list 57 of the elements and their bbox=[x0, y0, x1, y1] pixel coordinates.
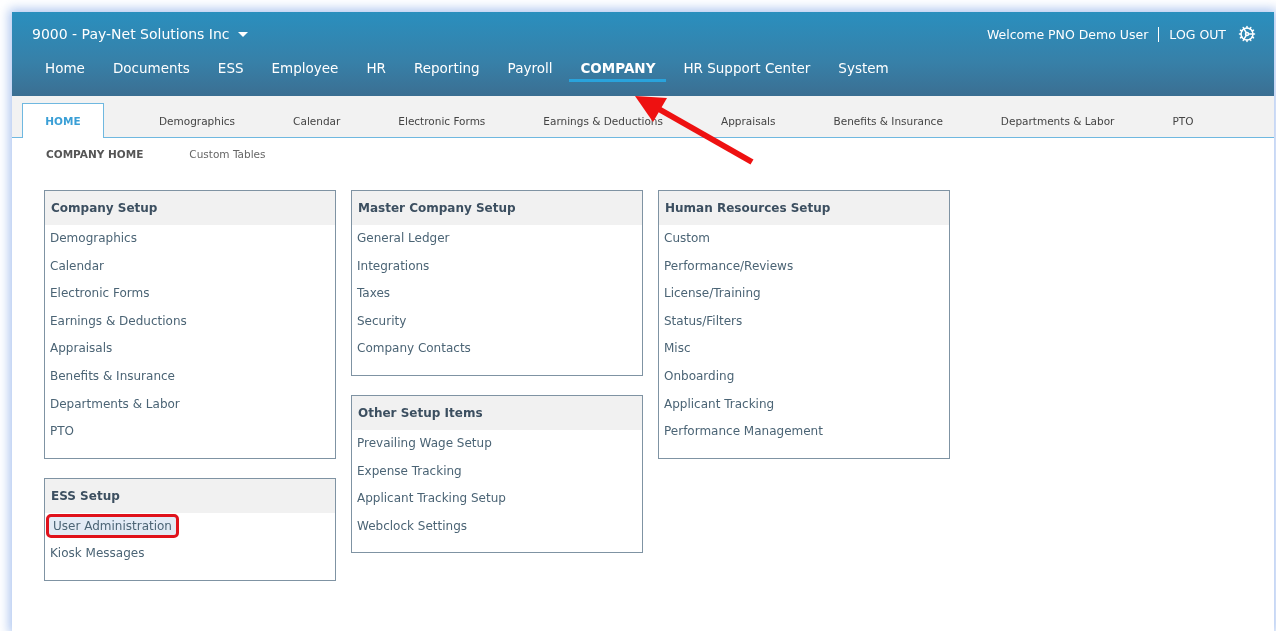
setup-link[interactable]: Taxes bbox=[357, 284, 391, 303]
setup-link[interactable]: Misc bbox=[664, 339, 691, 358]
nav-item[interactable]: Documents bbox=[101, 56, 201, 82]
setup-link[interactable]: Performance/Reviews bbox=[664, 256, 794, 275]
setup-link[interactable]: Electronic Forms bbox=[50, 284, 150, 303]
setup-link[interactable]: Performance Management bbox=[664, 422, 823, 441]
nav-item[interactable]: Home bbox=[34, 56, 96, 82]
nav-item[interactable]: HR Support Center bbox=[672, 56, 822, 82]
setup-link[interactable]: Integrations bbox=[357, 256, 430, 275]
nav-item[interactable]: ESS bbox=[206, 56, 255, 82]
setup-link[interactable]: Custom bbox=[664, 229, 710, 247]
setup-link[interactable]: Benefits & Insurance bbox=[50, 366, 175, 385]
setup-link[interactable]: Expense Tracking bbox=[357, 461, 462, 480]
setup-link[interactable]: Applicant Tracking Setup bbox=[357, 489, 506, 508]
setup-link[interactable]: Departments & Labor bbox=[50, 394, 180, 413]
tab[interactable]: Appraisals bbox=[692, 103, 805, 138]
welcome-text: Welcome PNO Demo User bbox=[986, 26, 1160, 42]
setup-link[interactable]: General Ledger bbox=[357, 229, 450, 247]
panel-title: Master Company Setup bbox=[352, 191, 642, 225]
setup-link[interactable]: Webclock Settings bbox=[357, 516, 467, 535]
tab[interactable]: Electronic Forms bbox=[369, 103, 515, 138]
tab[interactable]: Departments & Labor bbox=[971, 103, 1144, 138]
setup-link[interactable]: Demographics bbox=[50, 229, 137, 247]
panel-title: Human Resources Setup bbox=[659, 191, 949, 225]
setup-link[interactable]: Earnings & Deductions bbox=[50, 311, 187, 330]
panel-title: ESS Setup bbox=[45, 478, 335, 513]
tab[interactable]: Benefits & Insurance bbox=[804, 103, 972, 138]
company-selector[interactable]: 9000 - Pay-Net Solutions Inc bbox=[32, 26, 248, 42]
tab[interactable]: PTO bbox=[1143, 103, 1223, 138]
nav-item[interactable]: Reporting bbox=[402, 56, 491, 82]
subnav-link[interactable]: COMPANY HOME bbox=[46, 148, 144, 190]
tab[interactable]: Demographics bbox=[130, 103, 265, 138]
nav-item[interactable]: Employee bbox=[260, 56, 350, 82]
highlighted-link[interactable]: User Administration bbox=[46, 513, 179, 538]
setup-link[interactable]: Calendar bbox=[50, 256, 104, 275]
logout-link[interactable]: LOG OUT bbox=[1159, 26, 1238, 42]
setup-link[interactable]: Status/Filters bbox=[664, 311, 743, 330]
setup-link[interactable]: Prevailing Wage Setup bbox=[357, 433, 492, 452]
nav-item[interactable]: System bbox=[827, 56, 900, 82]
subnav-link[interactable]: Custom Tables bbox=[189, 148, 266, 190]
panel-title: Other Setup Items bbox=[352, 395, 642, 430]
nav-item[interactable]: Payroll bbox=[496, 56, 564, 82]
panel-title: Company Setup bbox=[45, 191, 335, 225]
setup-link[interactable]: Onboarding bbox=[664, 366, 735, 385]
setup-link[interactable]: Security bbox=[357, 311, 407, 330]
caret-icon bbox=[237, 31, 248, 37]
setup-link[interactable]: Appraisals bbox=[50, 339, 113, 358]
setup-link[interactable]: Kiosk Messages bbox=[50, 544, 145, 563]
tab[interactable]: Calendar bbox=[264, 103, 370, 138]
nav-item[interactable]: COMPANY bbox=[569, 56, 667, 82]
setup-link[interactable]: PTO bbox=[50, 422, 74, 441]
nav-item[interactable]: HR bbox=[355, 56, 397, 82]
tab[interactable]: Earnings & Deductions bbox=[514, 103, 692, 138]
setup-link[interactable]: License/Training bbox=[664, 284, 761, 303]
setup-link[interactable]: Company Contacts bbox=[357, 339, 471, 358]
setup-link[interactable]: Applicant Tracking bbox=[664, 394, 775, 413]
settings-icon[interactable] bbox=[1238, 25, 1256, 43]
